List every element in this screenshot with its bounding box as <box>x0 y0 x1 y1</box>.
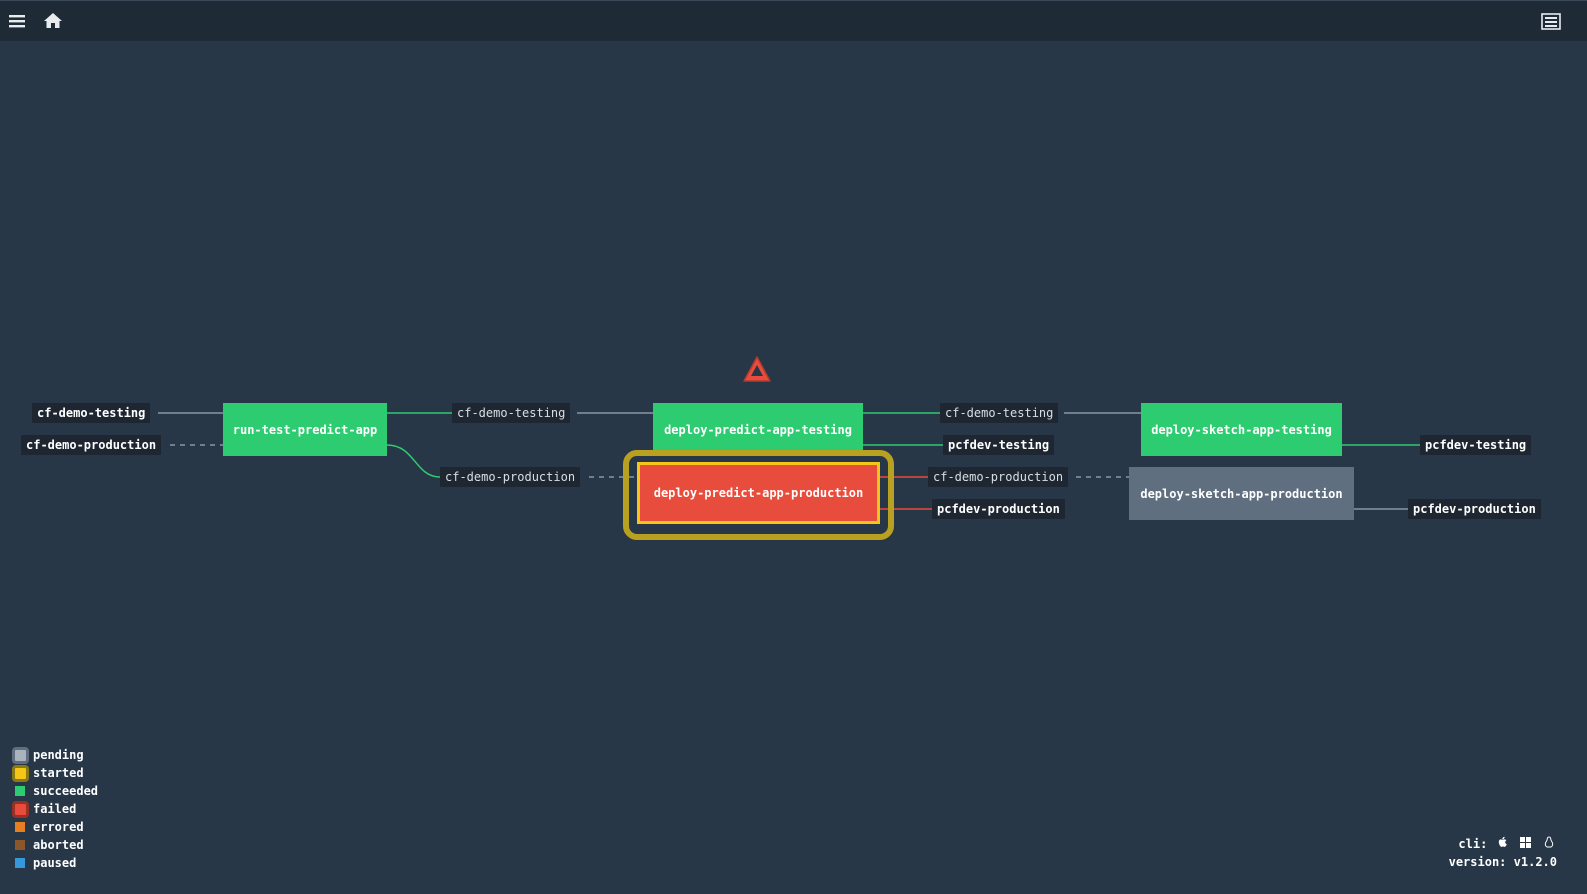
resource-cf-demo-production[interactable]: cf-demo-production <box>21 435 162 455</box>
legend-item: aborted <box>10 836 98 854</box>
resource-cf-demo-production[interactable]: cf-demo-production <box>928 467 1069 487</box>
resource-pcfdev-testing[interactable]: pcfdev-testing <box>1420 435 1532 455</box>
version-label: version: <box>1448 855 1507 869</box>
windows-icon[interactable] <box>1518 835 1534 853</box>
legend-item: succeeded <box>10 782 98 800</box>
job-deploy-sketch-app-production[interactable]: deploy-sketch-app-production <box>1129 467 1354 520</box>
legend-label: succeeded <box>33 784 99 798</box>
legend-swatch-pending <box>11 746 29 764</box>
version-info: version: v1.2.0 <box>1449 853 1557 871</box>
legend-label: pending <box>33 748 84 762</box>
job-deploy-predict-app-testing[interactable]: deploy-predict-app-testing <box>653 403 863 456</box>
warning-triangle-icon[interactable] <box>742 355 772 387</box>
resource-cf-demo-testing[interactable]: cf-demo-testing <box>32 403 151 423</box>
legend-label: paused <box>33 856 77 870</box>
legend-item: paused <box>10 854 98 872</box>
status-legend: pending started succeeded failed errored… <box>10 746 98 872</box>
version-value: v1.2.0 <box>1513 855 1557 869</box>
resource-pcfdev-production[interactable]: pcfdev-production <box>1408 499 1541 519</box>
legend-item: started <box>10 764 98 782</box>
legend-swatch-paused <box>15 858 25 868</box>
job-deploy-predict-app-production[interactable]: deploy-predict-app-production <box>637 462 880 524</box>
job-run-test-predict-app[interactable]: run-test-predict-app <box>223 403 387 456</box>
legend-item: failed <box>10 800 98 818</box>
cli-label: cli: <box>1458 837 1488 851</box>
legend-swatch-failed <box>11 800 29 818</box>
legend-swatch-aborted <box>15 840 25 850</box>
resource-pcfdev-production[interactable]: pcfdev-production <box>932 499 1065 519</box>
footer-info: cli: version: v1.2.0 <box>1449 835 1557 871</box>
resource-cf-demo-testing[interactable]: cf-demo-testing <box>452 403 571 423</box>
job-deploy-sketch-app-testing[interactable]: deploy-sketch-app-testing <box>1141 403 1342 456</box>
legend-item: errored <box>10 818 98 836</box>
resource-cf-demo-production[interactable]: cf-demo-production <box>440 467 581 487</box>
cli-downloads: cli: <box>1449 835 1557 853</box>
legend-swatch-errored <box>15 822 25 832</box>
legend-label: failed <box>33 802 77 816</box>
legend-swatch-started <box>11 764 29 782</box>
linux-icon[interactable] <box>1541 835 1557 853</box>
legend-label: errored <box>33 820 84 834</box>
apple-icon[interactable] <box>1495 835 1511 853</box>
legend-item: pending <box>10 746 98 764</box>
legend-label: aborted <box>33 838 84 852</box>
resource-cf-demo-testing[interactable]: cf-demo-testing <box>940 403 1059 423</box>
resource-pcfdev-testing[interactable]: pcfdev-testing <box>943 435 1055 455</box>
edge <box>386 444 441 478</box>
legend-label: started <box>33 766 84 780</box>
legend-swatch-succeeded <box>15 786 25 796</box>
